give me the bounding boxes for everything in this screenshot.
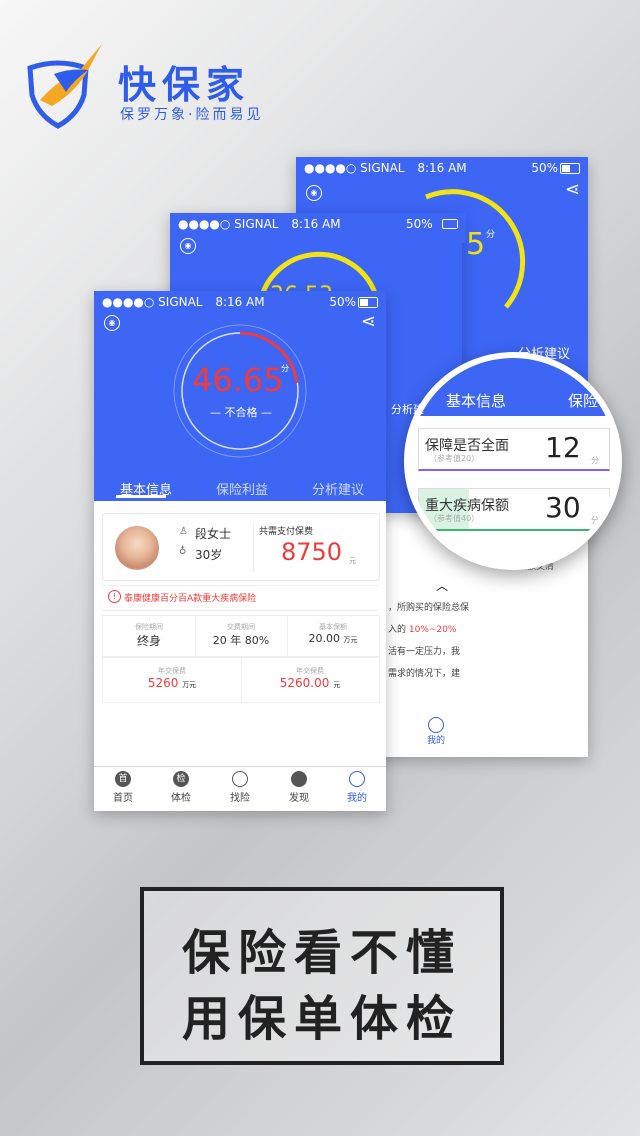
bottom-nav: 首首页 检体检 找险 发现 我的 <box>94 766 386 811</box>
policy-row[interactable]: ! 泰康健康百分百A款重大疾病保险 <box>102 585 378 611</box>
score-unit: 分 <box>281 364 289 373</box>
nav-home[interactable]: 首首页 <box>98 771 148 804</box>
phone-front: ●●●●○ SIGNAL 8:16 AM 50% ◉ ⋖ 46.65 分 — 不… <box>94 291 386 811</box>
share-icon[interactable]: ⋖ <box>361 311 376 332</box>
headline-box: 保险看不懂 用保单体检 <box>140 887 504 1065</box>
score-unit: 分 <box>486 230 496 240</box>
age-icon: ♁ <box>179 546 187 557</box>
profile-icon[interactable]: ◉ <box>180 238 196 254</box>
brand-logo-icon <box>18 40 108 130</box>
annual-premium-cell-2: 年交保费 5260.00 元 <box>279 667 341 690</box>
tab-basic-info-partial: 分析建 <box>391 403 424 416</box>
brand-name: 快保家 <box>118 63 251 107</box>
annual-premium-cell: 年交保费 5260 万元 <box>103 658 242 702</box>
nav-find-insurance[interactable]: 找险 <box>215 771 265 804</box>
analysis-text: ，所购买的保险总保 入的 10%~20% 活有一定压力，我 需求的情况下，建 <box>388 603 470 679</box>
tab-benefits[interactable]: 保险利益 <box>216 479 268 498</box>
magnifier-callout: 基本信息 保险 保障是否全面 （参考值20） 12 分 重大疾病保额 （参考值4… <box>404 352 622 570</box>
search-circle-icon <box>232 771 248 787</box>
score-verdict: — 不合格 — <box>210 406 272 419</box>
nav-checkup[interactable]: 检体检 <box>156 771 206 804</box>
tab-indicator <box>116 495 166 498</box>
headline-line-2: 用保单体检 <box>181 991 462 1047</box>
policy-details-row: 保险期间 终身 交费期间 20 年 80% 基本保额 20.00 万元 <box>102 615 380 657</box>
total-premium-value: 8750 <box>281 538 343 566</box>
base-amount-cell: 基本保额 20.00 万元 <box>308 623 358 645</box>
checkup-icon: 检 <box>173 771 189 787</box>
total-premium-unit: 元 <box>349 557 356 565</box>
policy-period-cell: 保险期间 终身 <box>103 616 196 656</box>
chevron-up-icon[interactable]: ︿ <box>436 577 448 594</box>
score-partial: 5 <box>466 227 486 262</box>
home-icon: 首 <box>115 771 131 787</box>
brand-slogan: 保罗万象·险而易见 <box>120 107 264 123</box>
policy-name: 泰康健康百分百A款重大疾病保险 <box>124 594 257 604</box>
status-bar: ●●●●○ SIGNAL 8:16 AM 50% <box>94 291 386 313</box>
person-card: ♙ 段女士 ♁ 30岁 共需支付保费 8750 元 <box>102 513 380 581</box>
payment-period-cell: 交费期间 20 年 80% <box>195 616 288 656</box>
person-name: 段女士 <box>195 527 232 541</box>
user-icon: ♙ <box>179 526 188 537</box>
user-icon <box>349 771 365 787</box>
tab-benefits[interactable]: 保险 <box>568 390 598 411</box>
metric-row-coverage: 保障是否全面 （参考值20） 12 分 <box>418 428 610 471</box>
headline-line-1: 保险看不懂 <box>181 925 462 981</box>
nav-discover[interactable]: 发现 <box>274 771 324 804</box>
total-premium-label: 共需支付保费 <box>259 527 314 537</box>
battery-icon <box>560 163 580 174</box>
battery-text: 50% <box>531 161 558 175</box>
premium-row: 年交保费 5260 万元 年交保费 5260.00 元 <box>102 657 380 703</box>
compass-icon <box>291 771 307 787</box>
metric-row-critical-illness: 重大疾病保额 （参考值40） 30 分 <box>418 488 610 531</box>
nav-mine[interactable]: 我的 <box>416 717 456 746</box>
nav-mine[interactable]: 我的 <box>332 771 382 804</box>
status-bar: ●●●●○ SIGNAL 8:16 AM 50% <box>296 157 588 179</box>
tab-analysis[interactable]: 分析建议 <box>312 479 364 498</box>
avatar <box>115 526 159 570</box>
tab-basic-info[interactable]: 基本信息 <box>446 390 506 411</box>
battery-icon <box>358 297 378 308</box>
profile-icon[interactable]: ◉ <box>306 185 322 201</box>
share-icon[interactable]: ⋖ <box>565 179 580 200</box>
score-value: 46.65 <box>192 361 284 399</box>
profile-icon[interactable]: ◉ <box>104 315 120 331</box>
person-age: 30岁 <box>195 548 223 562</box>
alert-icon: ! <box>108 590 121 603</box>
battery-overlay: 50% <box>386 213 466 243</box>
